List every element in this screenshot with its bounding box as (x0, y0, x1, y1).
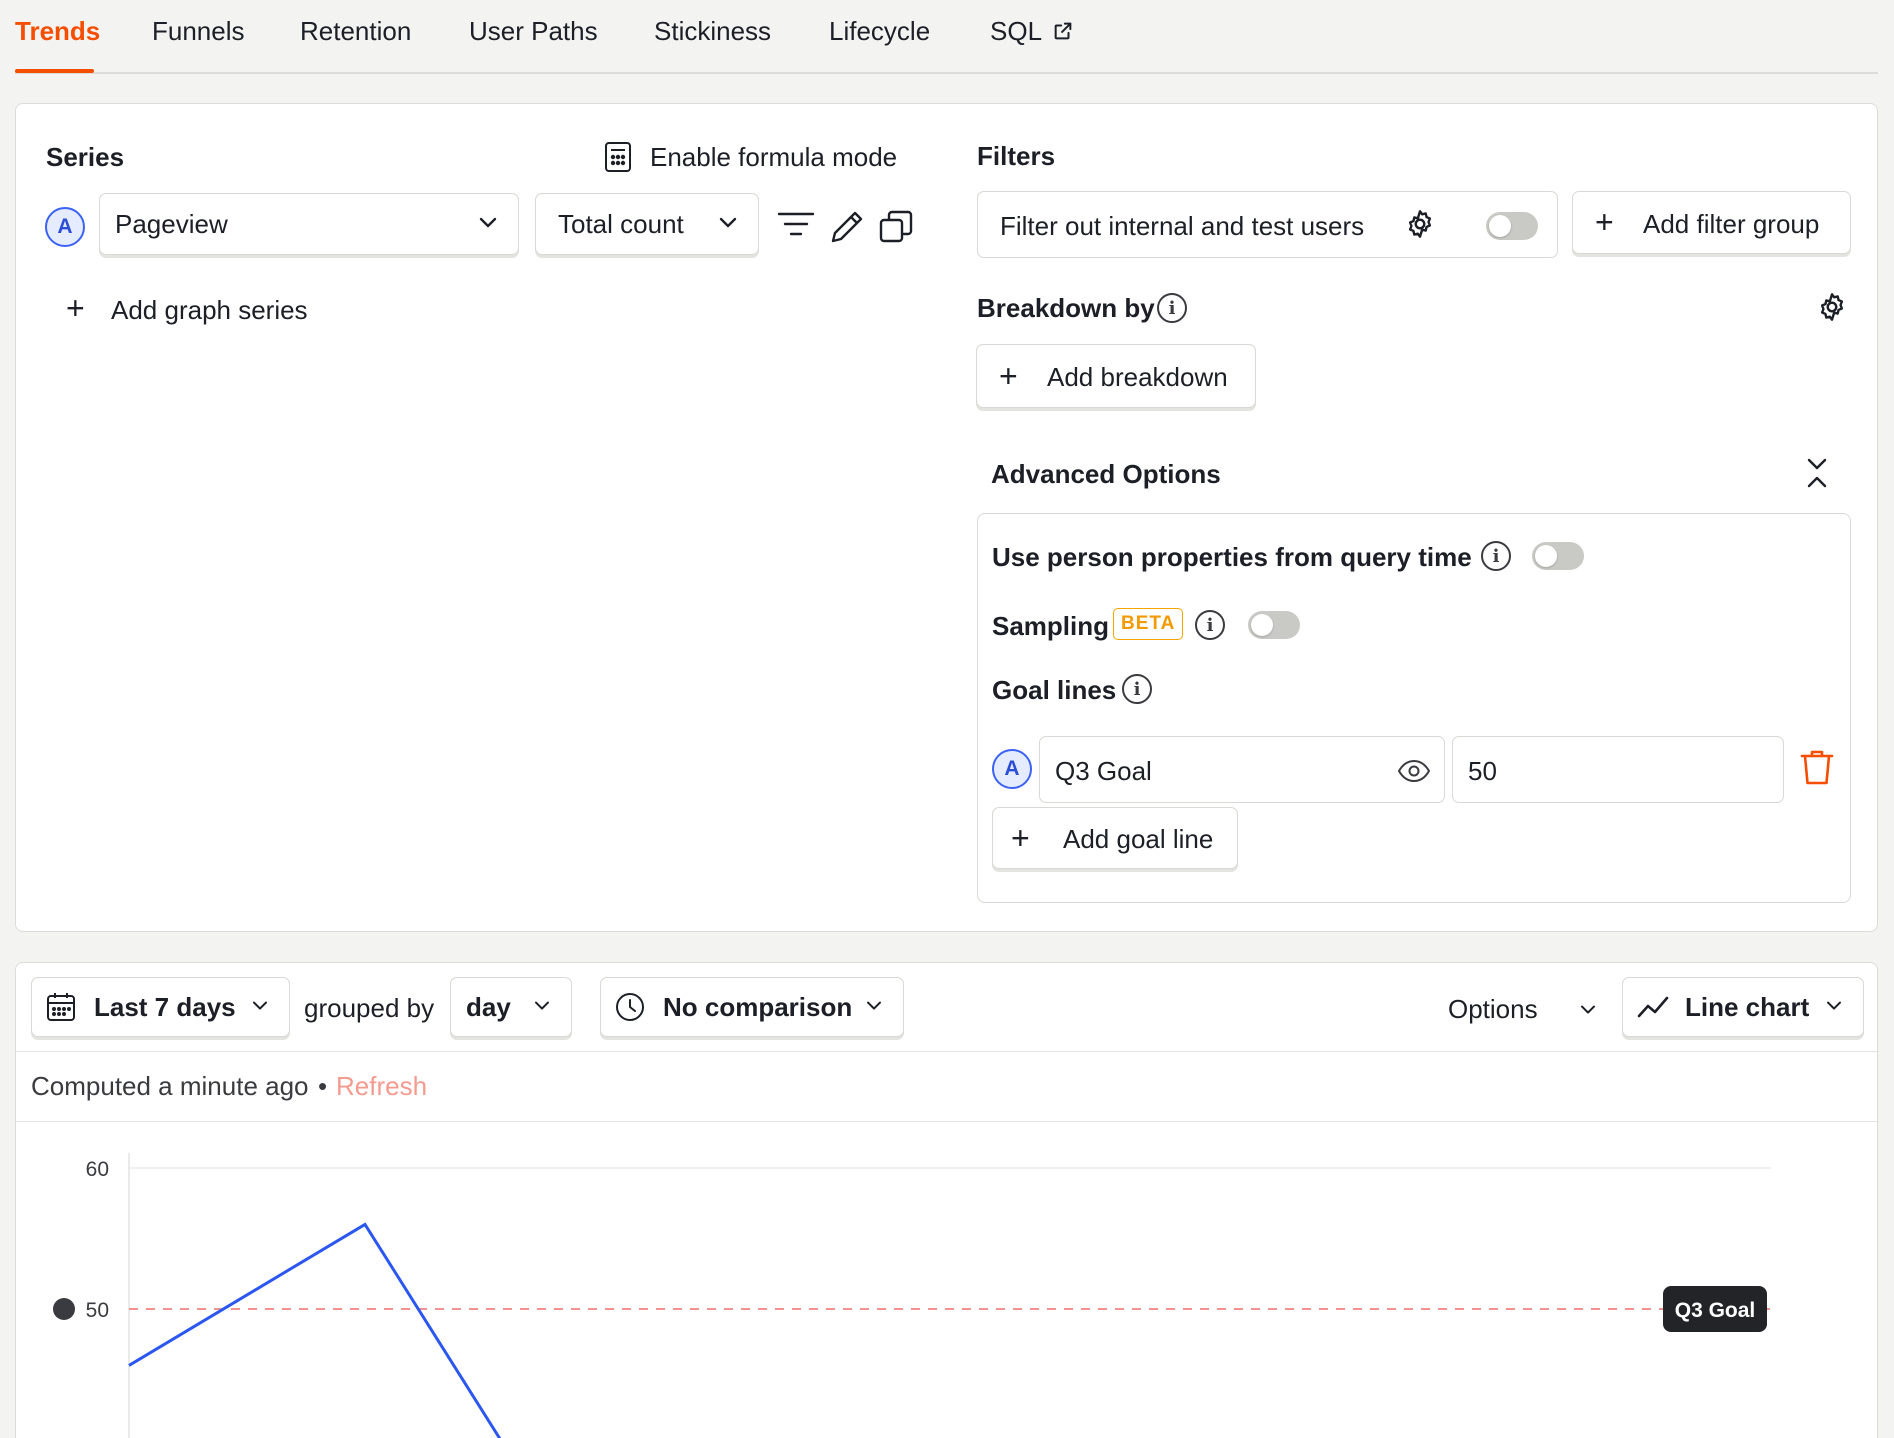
calculator-icon (605, 142, 631, 172)
refresh-link[interactable]: Refresh (336, 1071, 427, 1102)
plus-icon: + (999, 358, 1018, 394)
tab-sql-label: SQL (990, 16, 1042, 46)
y-tick-label: 50 (86, 1299, 109, 1322)
chevron-down-icon (866, 1001, 882, 1010)
chevron-down-icon (719, 217, 737, 228)
advanced-options-panel: Use person properties from query time i … (977, 513, 1851, 903)
series-math-select[interactable]: Total count (535, 193, 759, 255)
series-line[interactable] (128, 1222, 507, 1438)
add-goal-line-button[interactable]: + Add goal line (992, 807, 1238, 869)
goal-marker-dot (53, 1298, 75, 1320)
calendar-icon (47, 993, 75, 1021)
chevron-down-icon (534, 1001, 550, 1010)
add-filter-group-button[interactable]: + Add filter group (1572, 191, 1851, 254)
internal-users-toggle[interactable] (1486, 212, 1538, 240)
goal-line-value-input[interactable]: 50 (1452, 736, 1784, 803)
formula-mode-toggle[interactable]: Enable formula mode (604, 139, 924, 175)
tab-stickiness[interactable]: Stickiness (654, 16, 771, 47)
date-range-value: Last 7 days (94, 992, 236, 1022)
query-editor-card: Series Enable formula mode A Pageview To… (15, 103, 1878, 932)
chart-type-select[interactable]: Line chart (1622, 977, 1864, 1037)
date-range-select[interactable]: Last 7 days (31, 977, 290, 1037)
gear-icon[interactable] (1404, 208, 1436, 240)
chevron-down-icon (1826, 1001, 1842, 1010)
info-icon[interactable]: i (1122, 674, 1152, 704)
insight-tabs: Trends Funnels Retention User Paths Stic… (15, 0, 1878, 74)
chevron-down-icon (1580, 1005, 1596, 1014)
collapse-icon[interactable] (1804, 456, 1830, 490)
plus-icon: + (66, 290, 85, 326)
series-math-value: Total count (558, 209, 684, 239)
sampling-toggle[interactable] (1248, 611, 1300, 639)
clock-icon (616, 993, 644, 1021)
advanced-options-heading: Advanced Options (991, 459, 1221, 489)
tab-retention[interactable]: Retention (300, 16, 411, 47)
series-letter-badge: A (45, 207, 85, 247)
filters-heading: Filters (977, 141, 1056, 171)
add-graph-series-button[interactable]: + Add graph series (66, 292, 366, 328)
divider (16, 1121, 1879, 1122)
line-chart-icon (1637, 996, 1669, 1018)
plus-icon: + (1011, 820, 1030, 856)
add-filter-group-label: Add filter group (1643, 209, 1820, 239)
comparison-value: No comparison (663, 992, 853, 1022)
info-icon[interactable]: i (1157, 293, 1187, 323)
status-separator: • (318, 1071, 328, 1101)
goal-lines-label: Goal lines (992, 675, 1117, 705)
person-props-label: Use person properties from query time (992, 542, 1472, 572)
results-card: Last 7 days grouped by day No comparison… (15, 962, 1879, 1438)
tab-funnels[interactable]: Funnels (152, 16, 245, 47)
plus-icon: + (1595, 204, 1614, 240)
add-goal-line-label: Add goal line (1063, 824, 1214, 854)
eye-icon[interactable] (1397, 759, 1431, 783)
add-graph-series-label: Add graph series (111, 295, 308, 325)
computed-status-text: Computed a minute ago (31, 1071, 309, 1101)
y-tick-label: 60 (86, 1158, 109, 1181)
series-heading: Series (46, 142, 125, 172)
tab-lifecycle[interactable]: Lifecycle (829, 16, 930, 47)
trend-chart: 60 50 Q3 Goal (53, 1153, 1771, 1438)
sampling-label: Sampling (992, 611, 1110, 641)
chevron-down-icon (479, 217, 497, 228)
chevron-down-icon (252, 1001, 268, 1010)
goal-line-letter-badge: A (992, 749, 1032, 789)
active-tab-indicator (15, 69, 94, 73)
trash-icon[interactable] (1799, 748, 1835, 786)
filter-icon[interactable] (777, 210, 815, 242)
goal-line-name-value: Q3 Goal (1055, 756, 1152, 786)
breakdown-heading: Breakdown by (977, 293, 1155, 323)
series-event-select[interactable]: Pageview (99, 193, 519, 255)
goal-line-label: Q3 Goal (1675, 1299, 1756, 1322)
info-icon[interactable]: i (1481, 541, 1511, 571)
internal-users-label: Filter out internal and test users (1000, 211, 1365, 241)
goal-line-value: 50 (1468, 756, 1497, 786)
interval-select[interactable]: day (450, 977, 572, 1037)
add-breakdown-button[interactable]: + Add breakdown (976, 344, 1256, 408)
tab-trends[interactable]: Trends (15, 16, 100, 47)
tab-sql[interactable]: SQL (990, 16, 1074, 47)
interval-value: day (466, 992, 511, 1022)
options-label: Options (1448, 994, 1538, 1024)
grouped-by-label: grouped by (304, 993, 435, 1023)
divider (16, 1051, 1879, 1052)
pencil-icon[interactable] (828, 208, 866, 246)
external-link-icon (1054, 22, 1072, 40)
duplicate-icon[interactable] (879, 210, 913, 244)
series-event-value: Pageview (115, 209, 228, 239)
chart-type-value: Line chart (1685, 992, 1810, 1022)
formula-mode-label: Enable formula mode (650, 142, 898, 172)
beta-badge: BETA (1113, 608, 1184, 640)
person-props-toggle[interactable] (1532, 542, 1584, 570)
comparison-select[interactable]: No comparison (600, 977, 904, 1037)
internal-users-filter: Filter out internal and test users (977, 191, 1558, 258)
info-icon[interactable]: i (1195, 610, 1225, 640)
add-breakdown-label: Add breakdown (1047, 362, 1228, 392)
options-menu[interactable]: Options (1448, 989, 1608, 1025)
goal-line-name-input[interactable]: Q3 Goal (1039, 736, 1445, 803)
gear-icon[interactable] (1816, 291, 1848, 323)
tab-user-paths[interactable]: User Paths (469, 16, 598, 47)
